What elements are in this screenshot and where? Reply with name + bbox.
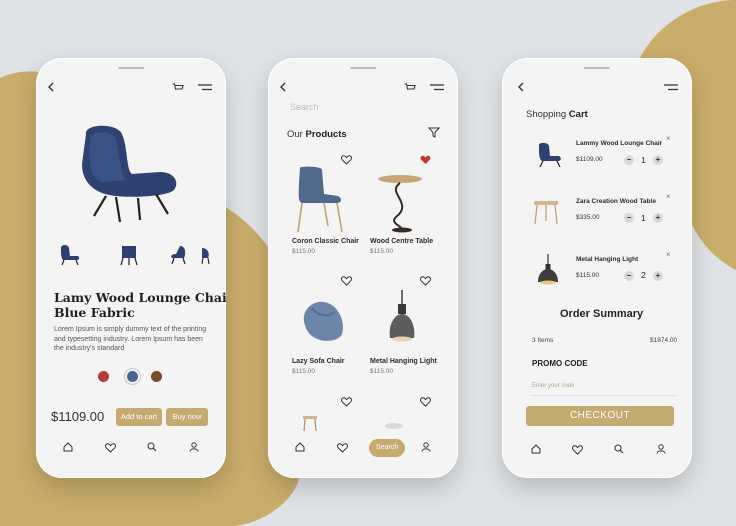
back-arrow-icon[interactable]	[516, 82, 526, 92]
quantity-increase-button[interactable]: +	[653, 155, 663, 165]
remove-item-button[interactable]: ×	[666, 192, 671, 201]
cart-item-lamp-image	[537, 254, 559, 286]
color-swatch-red[interactable]	[98, 371, 109, 382]
back-arrow-icon[interactable]	[278, 82, 288, 92]
search-nav-button[interactable]: Search	[369, 439, 405, 457]
checkout-button[interactable]: CHECKOUT	[526, 406, 674, 426]
heart-icon[interactable]	[341, 397, 352, 407]
product-name: Metal Hanging Light	[370, 358, 437, 365]
color-swatch-blue[interactable]	[127, 371, 138, 382]
product-name: Coron Classic Chair	[292, 238, 359, 245]
profile-icon[interactable]	[189, 442, 199, 452]
home-icon[interactable]	[63, 442, 73, 452]
cart-item-price: $335.00	[576, 214, 600, 221]
lounge-chair-image	[76, 124, 182, 224]
heart-icon[interactable]	[341, 155, 352, 165]
heart-filled-icon[interactable]	[420, 155, 431, 165]
cart-item-name: Metal Hanging Light	[576, 256, 639, 263]
cart-icon[interactable]	[172, 83, 184, 92]
cart-title-prefix: Shopping	[526, 109, 569, 120]
quantity-decrease-button[interactable]: −	[624, 213, 634, 223]
home-icon[interactable]	[531, 444, 541, 454]
search-icon[interactable]	[614, 444, 624, 454]
cart-icon[interactable]	[404, 83, 416, 92]
add-to-cart-button[interactable]: Add to cart	[116, 408, 162, 426]
order-total: $1874.00	[650, 337, 678, 344]
section-title: Our Products	[287, 129, 347, 140]
product-price: $115.00	[370, 248, 394, 255]
color-swatch-brown[interactable]	[151, 371, 162, 382]
menu-icon[interactable]	[198, 84, 212, 91]
thumbnail-chair-partial[interactable]	[200, 246, 212, 266]
quantity-increase-button[interactable]: +	[653, 213, 663, 223]
cart-item-price: $1109.00	[576, 156, 603, 163]
heart-icon[interactable]	[572, 445, 583, 455]
cart-item-table-image	[533, 199, 559, 225]
partial-product-image	[384, 422, 404, 430]
cart-item-price: $115.00	[576, 272, 600, 279]
product-price: $1109.00	[51, 409, 105, 424]
hanging-lamp-image	[384, 290, 420, 346]
quantity-decrease-button[interactable]: −	[624, 271, 634, 281]
speaker-notch	[118, 67, 144, 69]
thumbnail-chair-front[interactable]	[58, 244, 80, 266]
back-arrow-icon[interactable]	[46, 82, 56, 92]
heart-icon[interactable]	[337, 443, 348, 453]
product-name: Lazy Sofa Chair	[292, 358, 345, 365]
quantity-value: 2	[641, 270, 646, 280]
section-title-bold: Products	[305, 129, 347, 140]
cart-title: Shopping Cart	[526, 109, 588, 120]
quantity-decrease-button[interactable]: −	[624, 155, 634, 165]
quantity-increase-button[interactable]: +	[653, 271, 663, 281]
remove-item-button[interactable]: ×	[666, 134, 671, 143]
profile-icon[interactable]	[656, 444, 666, 454]
quantity-value: 1	[641, 155, 646, 165]
search-input[interactable]: Search	[290, 102, 319, 112]
product-price: $115.00	[292, 368, 316, 375]
classic-chair-image	[294, 166, 344, 234]
phone-product-list: Search Our Products Coron Classic Chair …	[268, 58, 458, 478]
remove-item-button[interactable]: ×	[666, 250, 671, 259]
filter-icon[interactable]	[428, 127, 440, 138]
buy-now-button[interactable]: Buy now	[166, 408, 208, 426]
menu-icon[interactable]	[664, 84, 678, 91]
heart-icon[interactable]	[420, 397, 431, 407]
product-price: $115.00	[370, 368, 394, 375]
bean-bag-image	[298, 298, 346, 346]
heart-icon[interactable]	[105, 443, 116, 453]
cart-item-name: Lammy Wood Lounge Chair	[576, 140, 663, 147]
thumbnail-chair-side[interactable]	[168, 244, 188, 266]
centre-table-image	[376, 173, 424, 233]
cart-title-bold: Cart	[568, 109, 588, 120]
promo-input-underline	[530, 395, 676, 396]
menu-icon[interactable]	[430, 84, 444, 91]
cart-item-name: Zara Creation Wood Table	[576, 198, 656, 205]
stool-image	[302, 415, 318, 431]
phone-shopping-cart: Shopping Cart Lammy Wood Lounge Chair $1…	[502, 58, 692, 478]
quantity-value: 1	[641, 213, 646, 223]
cart-item-chair-image	[536, 142, 562, 168]
items-count: 3 Items	[532, 337, 554, 344]
product-title-line2: Blue Fabric	[54, 305, 135, 320]
heart-icon[interactable]	[420, 276, 431, 286]
product-name: Wood Centre Table	[370, 238, 434, 245]
speaker-notch	[584, 67, 610, 69]
home-icon[interactable]	[295, 442, 305, 452]
promo-code-input[interactable]: Enter your code	[532, 383, 574, 389]
product-title-line1: Lamy Wood Lounge Chair	[54, 290, 226, 305]
thumbnail-chair-back[interactable]	[118, 244, 140, 266]
promo-code-label: PROMO CODE	[532, 359, 588, 368]
phone-product-detail: Lamy Wood Lounge Chair Blue Fabric Lorem…	[36, 58, 226, 478]
section-title-prefix: Our	[287, 129, 306, 140]
search-icon[interactable]	[147, 442, 157, 452]
heart-icon[interactable]	[341, 276, 352, 286]
product-price: $115.00	[292, 248, 316, 255]
speaker-notch	[350, 67, 376, 69]
product-description: Lorem Ipsum is simply dummy text of the …	[54, 326, 207, 352]
order-summary-title: Order Summary	[560, 308, 644, 320]
profile-icon[interactable]	[421, 442, 431, 452]
